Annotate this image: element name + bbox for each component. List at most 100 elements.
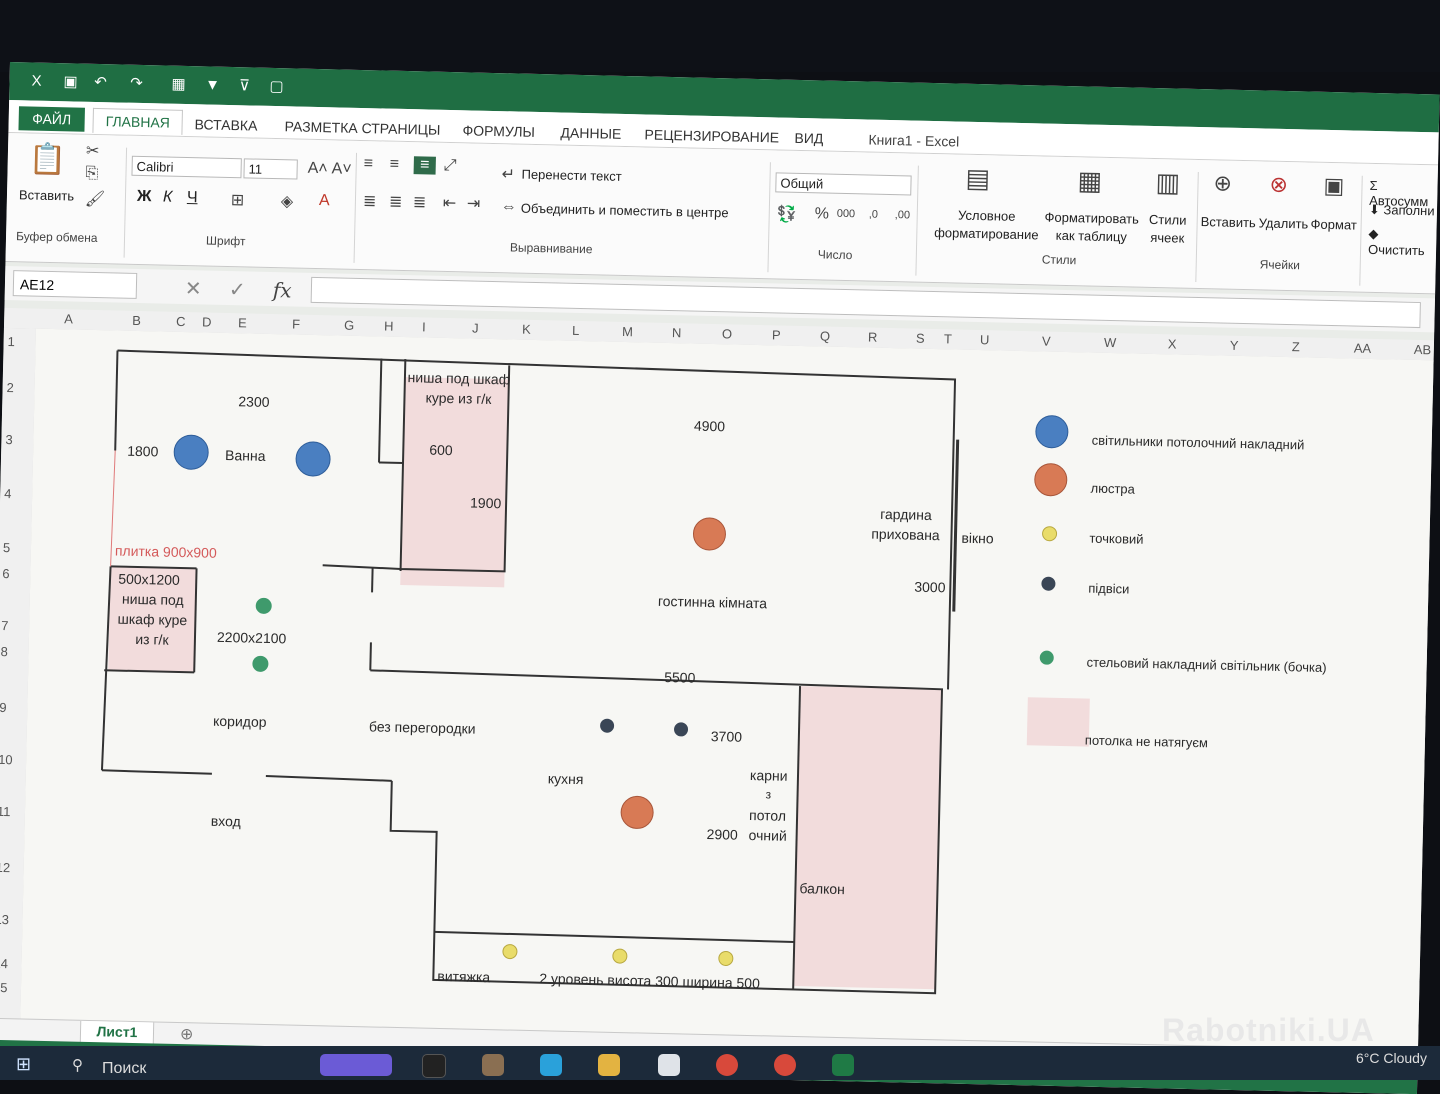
row-header[interactable]: 10 (0, 752, 13, 767)
row-header[interactable]: 3 (5, 432, 13, 447)
column-header[interactable]: S (916, 331, 925, 346)
row-header[interactable]: 8 (0, 644, 8, 659)
underline-button[interactable]: Ч (187, 189, 198, 207)
telegram-icon[interactable] (540, 1054, 562, 1076)
cell-styles-icon[interactable]: ▥ (1155, 167, 1180, 199)
column-header[interactable]: W (1104, 335, 1117, 350)
font-name-select[interactable]: Calibri (131, 156, 241, 178)
excel-taskbar-icon[interactable] (832, 1054, 854, 1076)
row-header[interactable]: 14 (0, 956, 8, 971)
percent-icon[interactable]: % (815, 205, 830, 223)
format-painter-icon[interactable]: 🖌 (85, 189, 106, 209)
row-header[interactable]: 9 (0, 700, 7, 715)
borders-icon[interactable]: ⊞ (231, 190, 245, 210)
number-format-select[interactable]: Общий (775, 172, 911, 195)
column-header[interactable]: Q (820, 328, 830, 343)
column-header[interactable]: D (202, 314, 212, 329)
add-sheet-icon[interactable]: ⊕ (180, 1024, 194, 1044)
paste-button[interactable]: Вставить (19, 187, 74, 203)
format-cells-button[interactable]: Формат (1310, 217, 1357, 233)
align-top-icon[interactable]: ≡ (364, 155, 374, 173)
align-right-icon[interactable]: ≣ (413, 192, 427, 212)
grow-font-icon[interactable]: A˄ (307, 160, 327, 178)
column-header[interactable]: C (176, 314, 186, 329)
column-header[interactable]: X (1168, 336, 1177, 351)
app-icon[interactable] (482, 1054, 504, 1076)
copy-icon[interactable]: ⎘ (85, 165, 98, 183)
row-header[interactable]: 12 (0, 860, 10, 875)
cancel-icon[interactable]: ✕ (185, 276, 202, 301)
clear-button[interactable]: ◆ Очистить (1368, 226, 1437, 259)
fill-button[interactable]: ⬇ Заполни (1369, 202, 1435, 219)
column-header[interactable]: L (572, 323, 580, 338)
row-header[interactable]: 7 (1, 618, 9, 633)
wrap-text-button[interactable]: Перенести текст (521, 167, 621, 184)
conditional-format-button[interactable]: Условное форматирование (926, 206, 1047, 245)
tab-file[interactable]: ФАЙЛ (18, 106, 85, 131)
font-size-select[interactable]: 11 (243, 158, 297, 179)
tab-insert[interactable]: ВСТАВКА (194, 116, 257, 133)
tab-home[interactable]: ГЛАВНАЯ (92, 108, 183, 135)
paste-icon[interactable]: 📋 (27, 141, 68, 182)
column-header[interactable]: AB (1414, 342, 1432, 357)
undo-icon[interactable]: ↶ (91, 74, 109, 92)
insert-function-icon[interactable]: fx (273, 278, 292, 302)
merge-center-button[interactable]: Объединить и поместить в центре (521, 201, 729, 221)
orientation-icon[interactable]: ⤢ (444, 157, 457, 175)
cut-icon[interactable]: ✂ (86, 141, 100, 161)
search-icon[interactable]: ⚲ (72, 1056, 83, 1074)
wrap-text-icon[interactable]: ↵ (501, 164, 515, 184)
column-header[interactable]: J (472, 321, 479, 336)
save-icon[interactable]: ▣ (61, 73, 79, 91)
column-header[interactable]: B (132, 313, 141, 328)
column-header[interactable]: Z (1292, 339, 1300, 354)
bold-button[interactable]: Ж (137, 188, 152, 206)
column-header[interactable]: O (722, 326, 732, 341)
column-header[interactable]: T (944, 331, 952, 346)
format-table-icon[interactable]: ▦ (1077, 165, 1102, 197)
format-table-button[interactable]: Форматировать как таблицу (1036, 208, 1147, 246)
cell-styles-button[interactable]: Стили ячеек (1142, 211, 1193, 248)
align-center-icon[interactable]: ≣ (389, 192, 403, 212)
insert-cells-icon[interactable]: ⊕ (1213, 170, 1232, 196)
column-header[interactable]: I (422, 319, 426, 334)
row-header[interactable]: 6 (2, 566, 10, 581)
decrease-decimal-icon[interactable]: ,00 (895, 209, 911, 221)
increase-indent-icon[interactable]: ⇥ (467, 193, 481, 213)
weather-widget[interactable]: 6°C Cloudy (1356, 1050, 1427, 1066)
tab-data[interactable]: ДАННЫЕ (560, 125, 621, 142)
font-color-icon[interactable]: A (319, 192, 330, 210)
column-header[interactable]: V (1042, 333, 1051, 348)
name-box[interactable]: AE12 (13, 270, 138, 299)
insert-cells-button[interactable]: Вставить (1201, 214, 1256, 230)
table-icon[interactable]: ▦ (169, 76, 187, 94)
column-header[interactable]: F (292, 316, 300, 331)
row-header[interactable]: 2 (6, 380, 14, 395)
format-cells-icon[interactable]: ▣ (1323, 173, 1344, 199)
worksheet-grid[interactable]: 2300 1800 Ванна ниша под шкаф куре из г/… (20, 329, 1435, 1051)
thousands-icon[interactable]: 000 (837, 208, 856, 220)
decrease-indent-icon[interactable]: ⇤ (443, 193, 457, 213)
enter-icon[interactable]: ✓ (229, 277, 246, 302)
row-header[interactable]: 1 (7, 334, 15, 349)
taskbar-search[interactable]: Поиск (102, 1060, 146, 1078)
conditional-format-icon[interactable]: ▤ (965, 163, 990, 195)
column-header[interactable]: Y (1230, 338, 1239, 353)
tab-review[interactable]: РЕЦЕНЗИРОВАНИЕ (644, 126, 779, 145)
italic-button[interactable]: К (163, 189, 173, 207)
redo-icon[interactable]: ↷ (127, 75, 145, 93)
row-header[interactable]: 13 (0, 912, 9, 927)
clear-filter-icon[interactable]: ⊽ (235, 77, 253, 95)
tab-formulas[interactable]: ФОРМУЛЫ (462, 122, 535, 140)
shrink-font-icon[interactable]: A˅ (331, 160, 351, 178)
column-header[interactable]: E (238, 315, 247, 330)
tiktok-icon[interactable] (422, 1054, 446, 1078)
new-doc-icon[interactable]: ▢ (267, 78, 285, 96)
row-header[interactable]: 15 (0, 980, 8, 995)
column-header[interactable]: A (64, 311, 73, 326)
align-bottom-icon[interactable]: ≡ (414, 156, 436, 174)
merge-icon[interactable]: ⇔ (501, 198, 517, 216)
folder-icon[interactable] (598, 1054, 620, 1076)
align-left-icon[interactable]: ≣ (363, 191, 377, 211)
chrome-profile-icon[interactable] (774, 1054, 796, 1076)
